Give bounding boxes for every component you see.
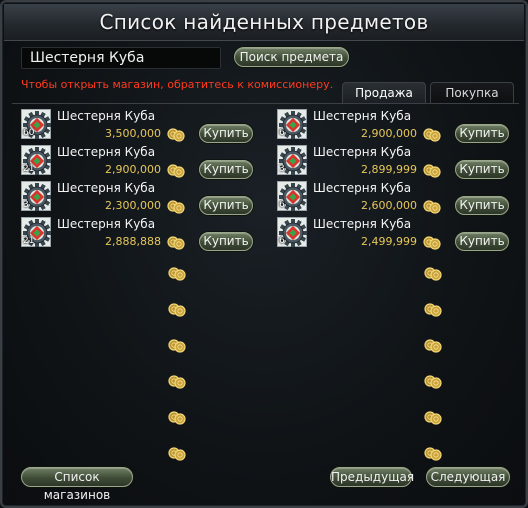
gold-coins-icon	[423, 301, 443, 317]
gold-coins-icon	[423, 337, 443, 353]
item-price: 2,900,000	[105, 163, 161, 176]
item-name: Шестерня Куба	[313, 181, 412, 195]
item-price: 2,499,999	[361, 235, 417, 248]
list-item: 3 Шестерня Куба 2,899,999 Купить	[277, 144, 517, 179]
search-input[interactable]: Шестерня Куба	[21, 47, 221, 69]
search-item-button[interactable]: Поиск предмета	[234, 47, 349, 67]
previous-page-button[interactable]: Предыдущая	[330, 467, 414, 487]
gold-coins-icon	[423, 265, 443, 281]
item-name: Шестерня Куба	[313, 109, 412, 123]
gear-cube-icon[interactable]: 6	[277, 217, 307, 247]
gold-coins-icon	[167, 337, 187, 353]
list-item: 6 Шестерня Куба 2,600,000 Купить	[277, 180, 517, 215]
buy-button[interactable]: Купить	[455, 232, 509, 251]
gold-coins-icon	[423, 409, 443, 425]
item-name: Шестерня Куба	[57, 145, 156, 159]
gear-cube-icon[interactable]: 3	[21, 181, 51, 211]
gold-coins-icon	[166, 162, 186, 178]
gear-cube-icon[interactable]: 6	[277, 181, 307, 211]
item-price: 2,888,888	[105, 235, 161, 248]
gold-coins-icon	[422, 126, 442, 142]
gear-cube-icon[interactable]: 60	[21, 109, 51, 139]
item-quantity: 60	[23, 128, 35, 138]
buy-button[interactable]: Купить	[199, 232, 253, 251]
list-item: 21 Шестерня Куба 2,900,000 Купить	[21, 144, 261, 179]
gear-cube-icon[interactable]: 21	[21, 217, 51, 247]
gold-coins-icon	[422, 198, 442, 214]
gold-coins-icon	[167, 445, 187, 461]
shop-list-button[interactable]: Список магазинов	[21, 467, 133, 502]
gear-cube-icon[interactable]: 3	[277, 145, 307, 175]
gold-coins-icon	[166, 234, 186, 250]
item-name: Шестерня Куба	[57, 181, 156, 195]
gold-coins-icon	[166, 126, 186, 142]
gold-coins-icon	[422, 162, 442, 178]
shop-warning-text: Чтобы открыть магазин, обратитесь к коми…	[21, 78, 334, 91]
gold-coins-icon	[423, 373, 443, 389]
buy-button[interactable]: Купить	[199, 124, 253, 143]
item-quantity: 21	[23, 164, 35, 174]
item-price: 2,899,999	[361, 163, 417, 176]
gold-coins-icon	[167, 265, 187, 281]
title-bar[interactable]: Список найденных предметов	[4, 4, 524, 41]
results-panel: 60 Шестерня Куба 3,500,000 Купить 21 Шестерня…	[12, 103, 519, 490]
item-price: 2,600,000	[361, 199, 417, 212]
buy-button[interactable]: Купить	[199, 196, 253, 215]
item-name: Шестерня Куба	[313, 217, 412, 231]
item-name: Шестерня Куба	[57, 217, 156, 231]
item-name: Шестерня Куба	[313, 145, 412, 159]
gear-cube-icon[interactable]: 21	[21, 145, 51, 175]
list-item: 21 Шестерня Куба 2,888,888 Купить	[21, 216, 261, 251]
item-quantity: 3	[279, 164, 285, 174]
item-quantity: 3	[23, 200, 29, 210]
item-quantity: 6	[279, 128, 285, 138]
found-items-window: Список найденных предметов Шестерня Куба…	[0, 0, 528, 508]
item-quantity: 6	[279, 200, 285, 210]
tab-sale[interactable]: Продажа	[342, 82, 426, 104]
buy-button[interactable]: Купить	[455, 124, 509, 143]
item-price: 2,900,000	[361, 127, 417, 140]
gold-coins-icon	[167, 409, 187, 425]
tab-buy[interactable]: Покупка	[430, 82, 514, 104]
gear-cube-icon[interactable]: 6	[277, 109, 307, 139]
item-quantity: 6	[279, 236, 285, 246]
buy-button[interactable]: Купить	[455, 196, 509, 215]
gold-coins-icon	[422, 234, 442, 250]
gold-coins-icon	[423, 445, 443, 461]
list-item: 60 Шестерня Куба 3,500,000 Купить	[21, 108, 261, 143]
list-item: 6 Шестерня Куба 2,499,999 Купить	[277, 216, 517, 251]
item-price: 3,500,000	[105, 127, 161, 140]
item-name: Шестерня Куба	[57, 109, 156, 123]
item-quantity: 21	[23, 236, 35, 246]
gold-coins-icon	[167, 373, 187, 389]
list-item: 6 Шестерня Куба 2,900,000 Купить	[277, 108, 517, 143]
buy-button[interactable]: Купить	[199, 160, 253, 179]
list-item: 3 Шестерня Куба 2,300,000 Купить	[21, 180, 261, 215]
window-title: Список найденных предметов	[99, 10, 429, 34]
gold-coins-icon	[167, 301, 187, 317]
gold-coins-icon	[166, 198, 186, 214]
item-price: 2,300,000	[105, 199, 161, 212]
buy-button[interactable]: Купить	[455, 160, 509, 179]
next-page-button[interactable]: Следующая	[426, 467, 510, 487]
